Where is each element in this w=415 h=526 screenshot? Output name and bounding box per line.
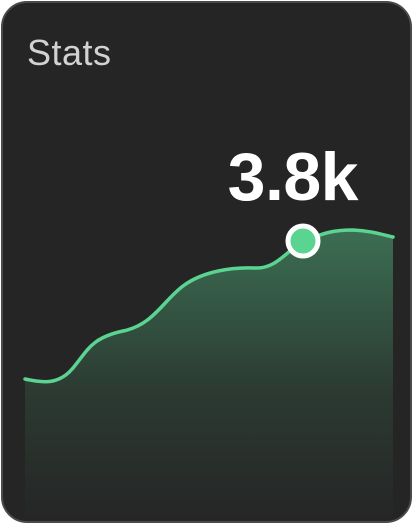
latest-value-marker bbox=[285, 223, 321, 259]
widget-title: Stats bbox=[27, 32, 112, 73]
stats-card[interactable]: Stats 3.8k bbox=[1, 1, 412, 523]
sparkline-chart bbox=[23, 223, 395, 521]
stat-value: 3.8k bbox=[227, 139, 359, 215]
